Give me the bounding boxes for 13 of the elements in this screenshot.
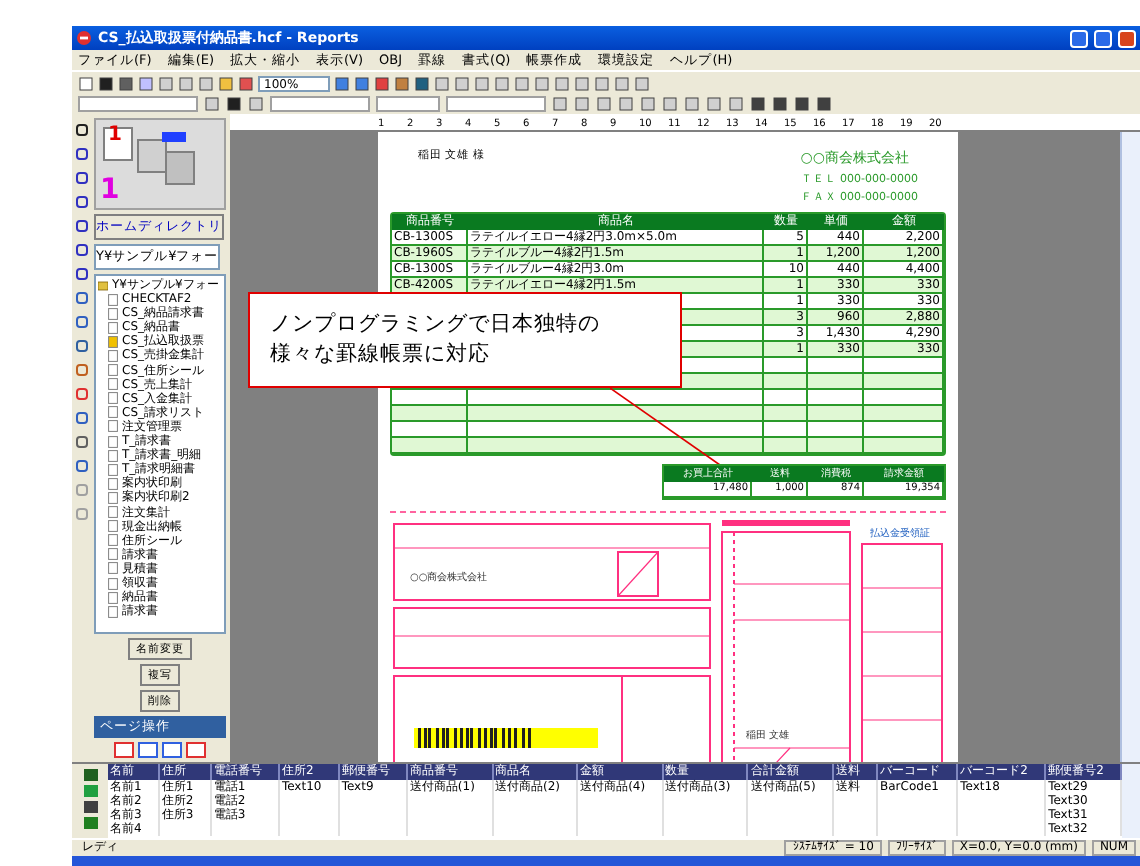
callout-text: 様々な罫線帳票に対応	[270, 340, 490, 370]
app-icon	[76, 30, 92, 46]
line-dropdown[interactable]	[446, 96, 546, 112]
page-number: 1	[108, 126, 122, 146]
scrollbar[interactable]	[1120, 132, 1140, 762]
restore-button[interactable]	[1094, 29, 1112, 47]
page-count: 1	[100, 176, 120, 204]
font-dropdown[interactable]	[270, 96, 370, 112]
callout-text: ノンプログラミングで日本独特の	[270, 310, 600, 340]
close-button[interactable]	[1118, 29, 1136, 47]
folder-icon	[98, 279, 108, 292]
scrollbar[interactable]	[1122, 764, 1140, 838]
minimize-button[interactable]	[1070, 29, 1088, 47]
